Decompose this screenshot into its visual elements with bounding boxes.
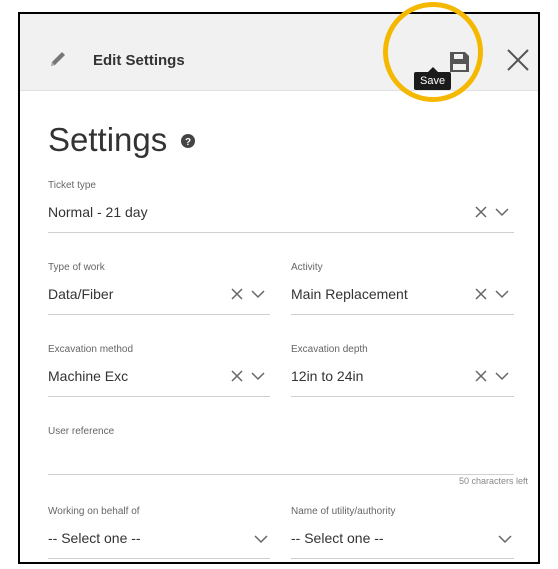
ticket-type-field[interactable]: Ticket type Normal - 21 day <box>48 180 514 233</box>
clear-chevron-icon[interactable] <box>472 284 512 304</box>
working-on-behalf-label: Working on behalf of <box>48 506 140 517</box>
utility-authority-label: Name of utility/authority <box>291 506 396 517</box>
panel-header: Edit Settings <box>20 14 538 91</box>
excavation-depth-value: 12in to 24in <box>291 368 364 384</box>
activity-value: Main Replacement <box>291 286 408 302</box>
clear-chevron-icon[interactable] <box>472 366 512 386</box>
utility-authority-value: -- Select one -- <box>291 530 384 546</box>
excavation-method-label: Excavation method <box>48 344 134 355</box>
type-of-work-value: Data/Fiber <box>48 286 114 302</box>
clear-chevron-icon[interactable] <box>228 284 268 304</box>
excavation-method-field[interactable]: Excavation method Machine Exc <box>48 344 270 397</box>
user-reference-field[interactable]: User reference <box>48 426 514 475</box>
save-tooltip: Save <box>414 67 452 90</box>
excavation-depth-field[interactable]: Excavation depth 12in to 24in <box>291 344 514 397</box>
ticket-type-value: Normal - 21 day <box>48 204 148 220</box>
header-title: Edit Settings <box>93 52 185 69</box>
ticket-type-label: Ticket type <box>48 180 96 191</box>
activity-field[interactable]: Activity Main Replacement <box>291 262 514 315</box>
save-icon[interactable] <box>447 50 471 74</box>
type-of-work-label: Type of work <box>48 262 105 273</box>
pencil-icon <box>51 52 65 66</box>
utility-authority-field[interactable]: Name of utility/authority -- Select one … <box>291 506 514 559</box>
clear-chevron-icon[interactable] <box>472 202 512 222</box>
character-counter: 50 characters left <box>458 476 528 486</box>
type-of-work-field[interactable]: Type of work Data/Fiber <box>48 262 270 315</box>
close-icon[interactable] <box>504 46 532 74</box>
chevron-down-icon[interactable] <box>254 528 268 548</box>
excavation-depth-label: Excavation depth <box>291 344 368 355</box>
activity-label: Activity <box>291 262 323 273</box>
excavation-method-value: Machine Exc <box>48 368 129 384</box>
working-on-behalf-field[interactable]: Working on behalf of -- Select one -- <box>48 506 270 559</box>
settings-form: Settings ? Ticket type Normal - 21 day T… <box>20 91 538 562</box>
working-on-behalf-value: -- Select one -- <box>48 530 141 546</box>
help-icon[interactable]: ? <box>181 134 195 148</box>
clear-chevron-icon[interactable] <box>228 366 268 386</box>
edit-settings-panel: Edit Settings Settings ? Ticket type Nor… <box>18 12 540 564</box>
user-reference-label: User reference <box>48 426 115 437</box>
chevron-down-icon[interactable] <box>498 528 512 548</box>
svg-text:?: ? <box>185 137 191 148</box>
page-title: Settings <box>48 121 168 158</box>
